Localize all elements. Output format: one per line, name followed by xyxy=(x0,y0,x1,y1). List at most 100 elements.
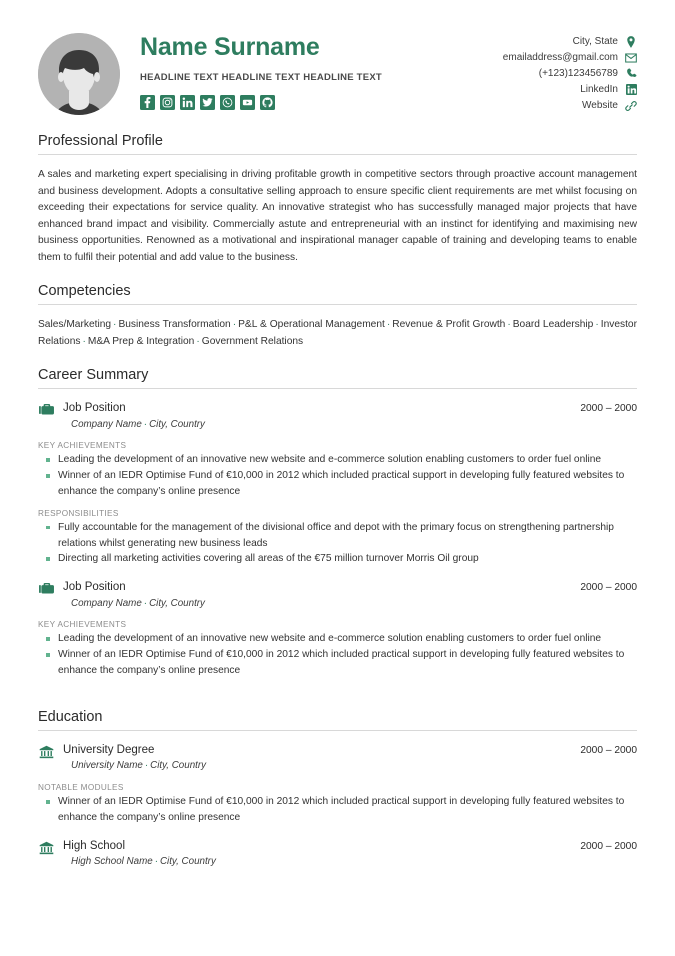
competency-item: Revenue & Profit Growth xyxy=(392,319,506,331)
list-item: Winner of an IEDR Optimise Fund of €10,0… xyxy=(38,647,637,679)
degree-title: University Degree xyxy=(63,743,155,756)
instagram-icon[interactable] xyxy=(160,94,175,110)
section-education: Education University Degree University Na… xyxy=(38,709,637,883)
job-position: Job Position xyxy=(63,581,126,594)
entry-header: University Degree University Name · City, C… xyxy=(38,743,637,774)
entry-titles: High School High School Name · City, Countr… xyxy=(54,839,580,870)
linkedin-icon[interactable] xyxy=(180,94,195,110)
career-bullet-list: Leading the development of an innovative… xyxy=(38,452,637,499)
section-title-education: Education xyxy=(38,709,637,731)
header-main: Name Surname HEADLINE TEXT HEADLINE TEXT… xyxy=(120,30,503,110)
entry-location: City, Country xyxy=(149,418,205,430)
contact-details: City, State emailaddress@gmail.com (+123… xyxy=(503,30,637,113)
entry-location: City, Country xyxy=(149,597,205,609)
competency-separator: · xyxy=(82,335,86,347)
twitter-icon[interactable] xyxy=(200,94,215,110)
candidate-name: Name Surname xyxy=(140,33,320,61)
envelope-icon xyxy=(625,52,637,64)
avatar xyxy=(38,33,120,115)
company-line: Company Name · City, Country xyxy=(63,418,580,433)
section-career-summary: Career Summary Job Position Company Name ·… xyxy=(38,367,637,692)
competency-item: Board Leadership xyxy=(512,319,594,331)
entry-titles: Job Position Company Name · City, Country xyxy=(54,580,580,611)
education-entry: High School High School Name · City, Countr… xyxy=(38,839,637,870)
entry-header: Job Position Company Name · City, Country 20… xyxy=(38,401,637,432)
map-pin-icon xyxy=(625,35,637,48)
facebook-icon[interactable] xyxy=(140,94,155,110)
contact-row-linkedin[interactable]: LinkedIn xyxy=(580,83,637,97)
institution-name: University Name xyxy=(71,760,143,772)
resume-page: Name Surname HEADLINE TEXT HEADLINE TEXT… xyxy=(0,0,675,956)
institution-icon xyxy=(38,839,54,855)
list-item: Leading the development of an innovative… xyxy=(38,452,637,468)
company-line: Company Name · City, Country xyxy=(63,597,580,612)
briefcase-icon xyxy=(38,404,54,415)
contact-row-email[interactable]: emailaddress@gmail.com xyxy=(503,51,637,65)
youtube-icon[interactable] xyxy=(240,94,255,110)
briefcase-icon xyxy=(38,583,54,594)
briefcase-icon xyxy=(38,401,54,417)
institution-icon xyxy=(39,841,53,854)
education-bullet-list: Winner of an IEDR Optimise Fund of €10,0… xyxy=(38,794,637,826)
github-icon[interactable] xyxy=(260,94,275,110)
competency-item: P&L & Operational Management xyxy=(238,319,385,331)
linkedin-icon xyxy=(625,84,637,96)
institution-icon xyxy=(38,743,54,759)
whatsapp-icon[interactable] xyxy=(220,94,235,110)
contact-row-website[interactable]: Website xyxy=(582,99,637,113)
institution-line: High School Name · City, Country xyxy=(63,855,580,870)
section-title-competencies: Competencies xyxy=(38,283,637,306)
career-bullet-list: Leading the development of an innovative… xyxy=(38,631,637,678)
candidate-headline: HEADLINE TEXT HEADLINE TEXT HEADLINE TEX… xyxy=(140,71,382,83)
competency-item: Sales/Marketing xyxy=(38,319,112,331)
phone-icon xyxy=(625,68,637,80)
competency-item: Business Transformation xyxy=(118,319,231,331)
list-item: Winner of an IEDR Optimise Fund of €10,0… xyxy=(38,794,637,826)
list-item: Winner of an IEDR Optimise Fund of €10,0… xyxy=(38,468,637,500)
entry-sub-separator: · xyxy=(143,597,148,609)
contact-linkedin-text: LinkedIn xyxy=(580,84,618,95)
education-group-label: NOTABLE MODULES xyxy=(38,783,124,793)
entry-location: City, Country xyxy=(159,856,216,868)
institution-name: High School Name xyxy=(71,856,153,868)
entry-dates: 2000 – 2000 xyxy=(580,744,637,756)
list-item: Directing all marketing activities cover… xyxy=(38,551,637,567)
entry-location: City, Country xyxy=(150,760,207,772)
briefcase-icon xyxy=(38,580,54,596)
entry-header: Job Position Company Name · City, Country 20… xyxy=(38,580,637,611)
avatar-placeholder-image xyxy=(38,33,120,115)
entry-sub-separator: · xyxy=(143,418,148,430)
institution-icon xyxy=(39,745,53,759)
competency-item: Government Relations xyxy=(201,335,304,347)
entry-dates: 2000 – 2000 xyxy=(580,582,637,594)
contact-location-text: City, State xyxy=(572,36,618,47)
education-entries: University Degree University Name · City, C… xyxy=(38,736,637,883)
entry-dates: 2000 – 2000 xyxy=(580,403,637,415)
section-title-career-summary: Career Summary xyxy=(38,367,637,390)
career-group-label: RESPONSIBILITIES xyxy=(38,508,119,518)
competencies-list: Sales/Marketing · Business Transformation ·… xyxy=(38,317,637,350)
contact-website-text: Website xyxy=(582,100,618,111)
list-item: Fully accountable for the management of … xyxy=(38,520,637,552)
contact-email-text: emailaddress@gmail.com xyxy=(502,52,618,63)
contact-row-phone: (+123)123456789 xyxy=(539,67,637,81)
professional-profile-text: A sales and marketing expert specialisin… xyxy=(38,169,637,263)
competency-separator: · xyxy=(196,335,200,347)
career-group-label: KEY ACHIEVEMENTS xyxy=(38,441,127,451)
entry-titles: University Degree University Name · City, C… xyxy=(54,743,580,774)
career-bullet-list: Fully accountable for the management of … xyxy=(38,520,637,567)
entry-dates: 2000 – 2000 xyxy=(580,840,637,852)
career-entry: Job Position Company Name · City, Country 20… xyxy=(38,401,637,567)
company-name: Company Name xyxy=(71,418,142,430)
social-links xyxy=(140,94,503,110)
section-title-professional-profile: Professional Profile xyxy=(38,133,637,155)
competency-separator: · xyxy=(595,319,599,331)
competency-item: M&A Prep & Integration xyxy=(87,335,195,347)
list-item: Leading the development of an innovative… xyxy=(38,631,637,647)
contact-row-location: City, State xyxy=(573,35,637,49)
education-entry: University Degree University Name · City, C… xyxy=(38,743,637,826)
career-group-label: KEY ACHIEVEMENTS xyxy=(38,620,127,630)
section-professional-profile: Professional Profile A sales and marketi… xyxy=(38,133,637,266)
link-icon xyxy=(625,100,637,112)
career-entries: Job Position Company Name · City, Country 20… xyxy=(38,394,637,692)
